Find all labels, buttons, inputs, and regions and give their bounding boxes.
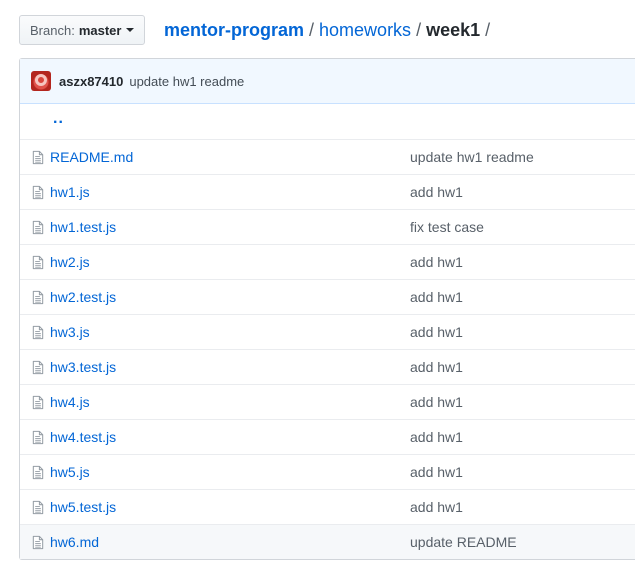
file-text-icon	[32, 325, 46, 340]
file-row[interactable]: hw5.test.js add hw1	[20, 489, 635, 524]
file-text-icon	[32, 430, 46, 445]
file-name-cell: hw6.md	[50, 534, 410, 550]
commit-message-link[interactable]: update hw1 readme	[129, 74, 244, 89]
commit-message-cell: add hw1	[410, 359, 463, 375]
file-row[interactable]: hw3.test.js add hw1	[20, 349, 635, 384]
file-text-icon	[32, 150, 46, 165]
file-name-cell: hw2.test.js	[50, 289, 410, 305]
file-text-icon	[32, 395, 46, 410]
file-name-cell: hw4.test.js	[50, 429, 410, 445]
file-text-icon	[32, 185, 46, 200]
file-row[interactable]: hw6.md update README	[20, 524, 635, 559]
file-name-link[interactable]: hw2.js	[50, 254, 90, 270]
file-name-link[interactable]: hw3.test.js	[50, 359, 116, 375]
commit-message-cell: add hw1	[410, 464, 463, 480]
parent-directory-link[interactable]: ..	[53, 110, 64, 128]
file-name-link[interactable]: hw2.test.js	[50, 289, 116, 305]
file-row[interactable]: hw3.js add hw1	[20, 314, 635, 349]
file-name-cell: hw1.test.js	[50, 219, 410, 235]
user-avatar[interactable]	[31, 71, 51, 91]
commit-author-link[interactable]: aszx87410	[59, 74, 123, 89]
file-name-link[interactable]: README.md	[50, 149, 133, 165]
file-name-link[interactable]: hw3.js	[50, 324, 90, 340]
file-commit-message-link[interactable]: add hw1	[410, 499, 463, 515]
breadcrumb-repo-link[interactable]: mentor-program	[164, 20, 304, 40]
commit-message-cell: fix test case	[410, 219, 484, 235]
file-name-cell: hw3.js	[50, 324, 410, 340]
file-rows: .. README.md update hw1 readme hw1.js ad…	[20, 104, 635, 559]
parent-directory-row[interactable]: ..	[20, 104, 635, 139]
file-row[interactable]: hw1.js add hw1	[20, 174, 635, 209]
file-row[interactable]: hw2.test.js add hw1	[20, 279, 635, 314]
file-text-icon	[32, 535, 46, 550]
file-name-cell: hw5.test.js	[50, 499, 410, 515]
file-commit-message-link[interactable]: add hw1	[410, 254, 463, 270]
file-list: aszx87410 update hw1 readme .. README.md…	[19, 58, 635, 560]
breadcrumb-separator: /	[416, 20, 422, 40]
breadcrumb-homeworks-link[interactable]: homeworks	[319, 20, 411, 40]
file-row[interactable]: hw5.js add hw1	[20, 454, 635, 489]
breadcrumb-separator: /	[309, 20, 315, 40]
file-text-icon	[32, 290, 46, 305]
file-commit-message-link[interactable]: add hw1	[410, 429, 463, 445]
commit-message-cell: add hw1	[410, 499, 463, 515]
commit-message-cell: add hw1	[410, 254, 463, 270]
file-commit-message-link[interactable]: fix test case	[410, 219, 484, 235]
file-commit-message-link[interactable]: add hw1	[410, 324, 463, 340]
file-commit-message-link[interactable]: add hw1	[410, 464, 463, 480]
file-commit-message-link[interactable]: add hw1	[410, 289, 463, 305]
file-name-link[interactable]: hw4.test.js	[50, 429, 116, 445]
file-commit-message-link[interactable]: update README	[410, 534, 517, 550]
commit-message-cell: add hw1	[410, 394, 463, 410]
file-name-cell: hw5.js	[50, 464, 410, 480]
commit-message-cell: update hw1 readme	[410, 149, 534, 165]
breadcrumb-current-folder: week1	[426, 20, 481, 40]
latest-commit-bar: aszx87410 update hw1 readme	[20, 59, 635, 104]
file-name-link[interactable]: hw1.test.js	[50, 219, 116, 235]
file-text-icon	[32, 500, 46, 515]
file-text-icon	[32, 255, 46, 270]
file-row[interactable]: hw2.js add hw1	[20, 244, 635, 279]
file-navigation: Branch: master mentor-program / homeworks /…	[0, 0, 635, 58]
file-name-link[interactable]: hw6.md	[50, 534, 99, 550]
file-row[interactable]: hw4.test.js add hw1	[20, 419, 635, 454]
file-commit-message-link[interactable]: update hw1 readme	[410, 149, 534, 165]
branch-select-button[interactable]: Branch: master	[19, 15, 146, 45]
file-commit-message-link[interactable]: add hw1	[410, 394, 463, 410]
file-name-cell: hw1.js	[50, 184, 410, 200]
branch-name-label: master	[78, 22, 122, 38]
file-name-link[interactable]: hw1.js	[50, 184, 90, 200]
file-commit-message-link[interactable]: add hw1	[410, 184, 463, 200]
caret-down-icon	[126, 28, 135, 32]
file-text-icon	[32, 465, 46, 480]
file-commit-message-link[interactable]: add hw1	[410, 359, 463, 375]
commit-message-cell: update README	[410, 534, 517, 550]
file-text-icon	[32, 220, 46, 235]
breadcrumb: mentor-program / homeworks / week1/	[164, 17, 495, 43]
file-name-link[interactable]: hw5.test.js	[50, 499, 116, 515]
file-row[interactable]: README.md update hw1 readme	[20, 139, 635, 174]
file-row[interactable]: hw4.js add hw1	[20, 384, 635, 419]
file-name-link[interactable]: hw5.js	[50, 464, 90, 480]
file-text-icon	[32, 360, 46, 375]
file-name-cell: README.md	[50, 149, 410, 165]
file-name-cell: hw3.test.js	[50, 359, 410, 375]
file-name-link[interactable]: hw4.js	[50, 394, 90, 410]
branch-prefix-label: Branch:	[30, 22, 75, 38]
commit-message-cell: add hw1	[410, 184, 463, 200]
file-name-cell: hw2.js	[50, 254, 410, 270]
commit-message-cell: add hw1	[410, 324, 463, 340]
commit-message-cell: add hw1	[410, 289, 463, 305]
file-name-cell: hw4.js	[50, 394, 410, 410]
breadcrumb-separator: /	[485, 20, 491, 40]
commit-message-cell: add hw1	[410, 429, 463, 445]
file-row[interactable]: hw1.test.js fix test case	[20, 209, 635, 244]
